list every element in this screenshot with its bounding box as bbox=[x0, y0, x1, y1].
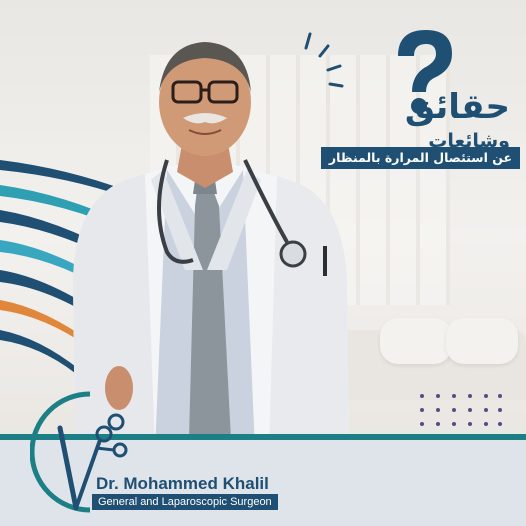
headline-title: حقائق bbox=[404, 87, 510, 127]
sparkle-lines bbox=[304, 32, 344, 88]
headline-banner: عن استئصال المرارة بالمنظار bbox=[320, 147, 520, 169]
doctor-role-badge: General and Laparoscopic Surgeon bbox=[92, 494, 278, 510]
background-pillow bbox=[380, 318, 452, 364]
doctor-name: Dr. Mohammed Khalil bbox=[96, 474, 269, 493]
poster-canvas: حقائق وشائعات عن استئصال المرارة بالمنظا… bbox=[0, 0, 526, 526]
decorative-dot-grid bbox=[420, 394, 502, 426]
background-pillow bbox=[446, 318, 518, 364]
